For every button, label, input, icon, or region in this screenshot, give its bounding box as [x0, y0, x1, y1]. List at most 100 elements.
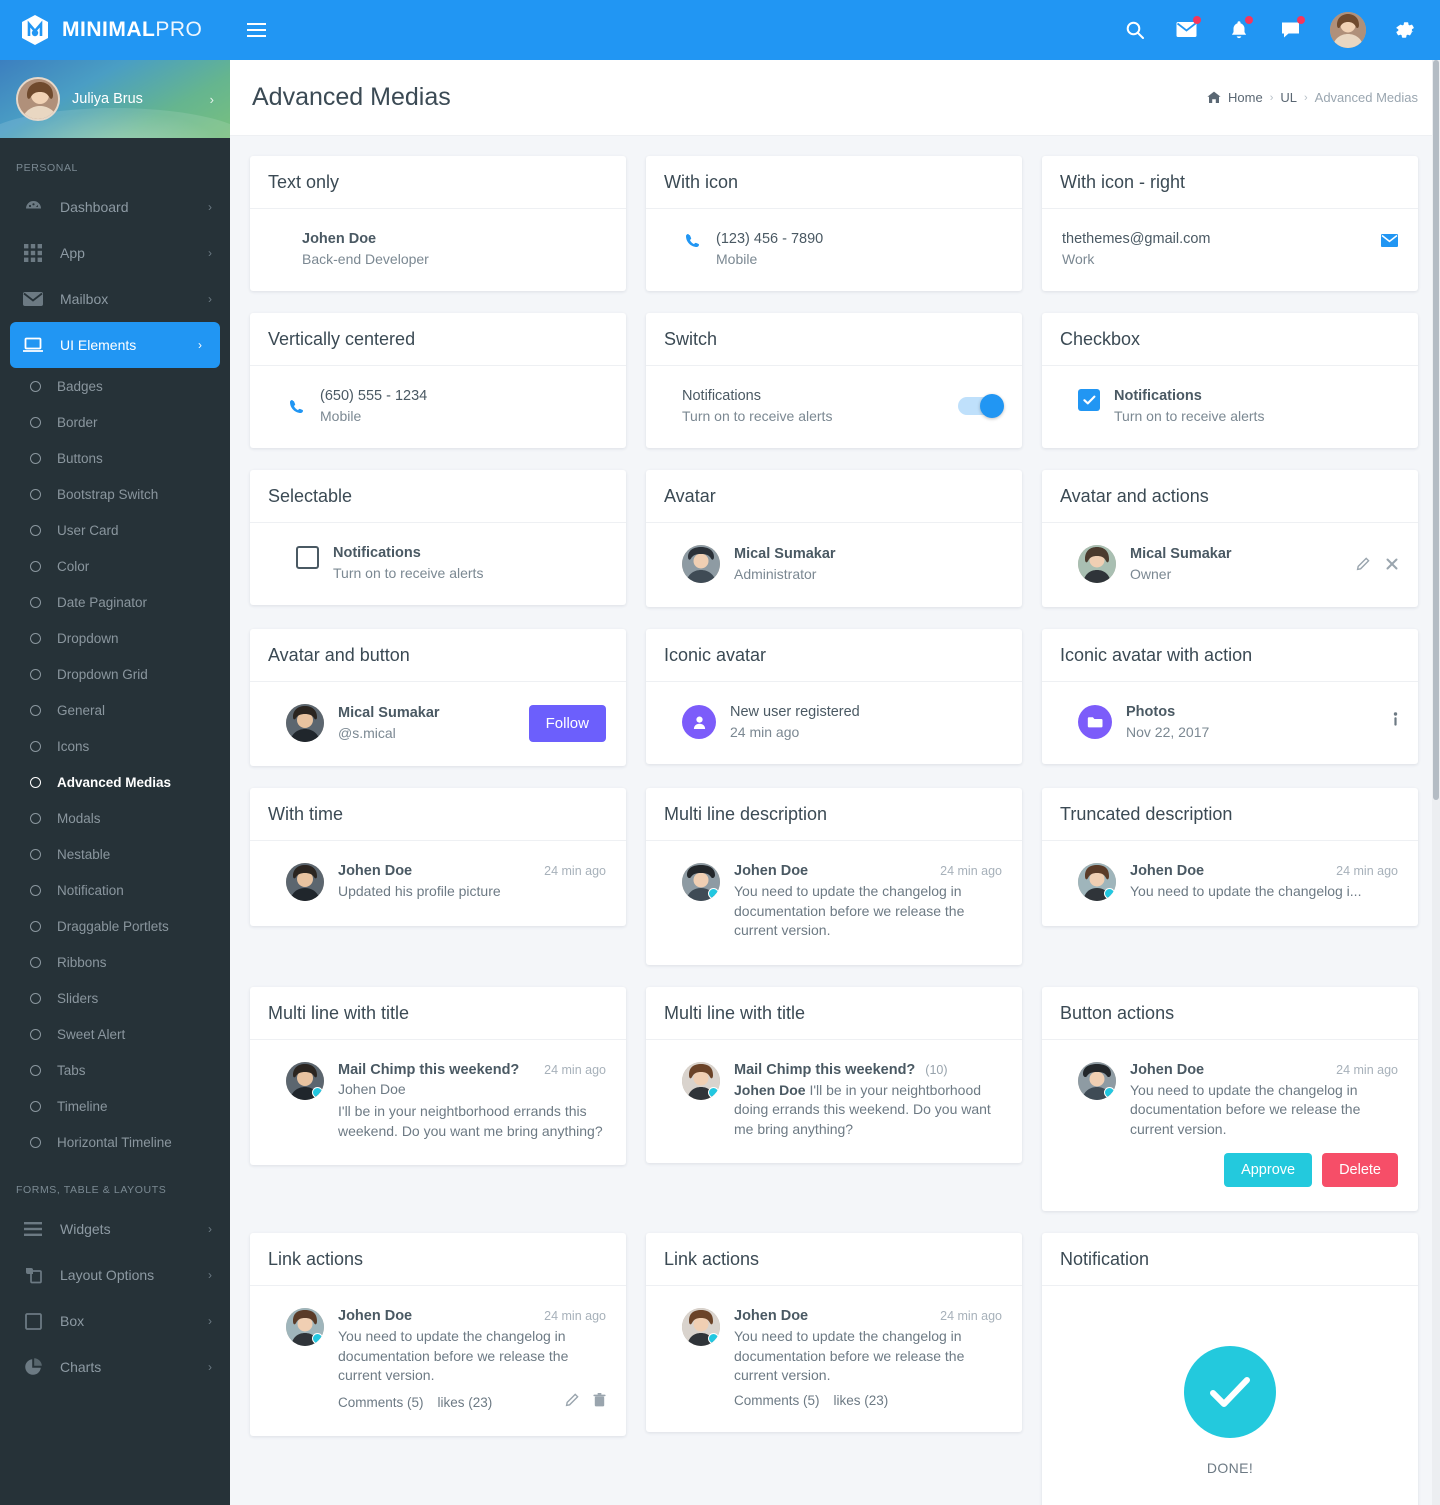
brand-logo-area[interactable]: MINIMALPRO [0, 0, 230, 60]
sidebar-subitem-label: Bootstrap Switch [57, 486, 159, 502]
trash-icon[interactable] [593, 1392, 606, 1412]
delete-button[interactable]: Delete [1322, 1153, 1398, 1187]
switch-description: Turn on to receive alerts [682, 408, 833, 424]
card-body: Johen Doe 24 min ago You need to update … [646, 841, 1022, 965]
breadcrumb-ul[interactable]: UL [1280, 90, 1297, 105]
likes-link[interactable]: likes (23) [438, 1395, 493, 1410]
event-time: 24 min ago [730, 724, 800, 740]
close-icon[interactable] [1386, 558, 1398, 570]
switch-label: Notifications [682, 388, 761, 404]
envelope-icon [22, 291, 44, 307]
sidebar-subitem-sliders[interactable]: Sliders [0, 980, 230, 1016]
card-text-only: Text only Johen Doe Back-end Developer [250, 156, 626, 291]
sidebar-item-app[interactable]: App › [0, 230, 230, 276]
card-title: Avatar [646, 470, 1022, 523]
sidebar-subitem-general[interactable]: General [0, 692, 230, 728]
bullet-icon [30, 1028, 41, 1040]
mail-icon[interactable] [1174, 16, 1201, 44]
sidebar-subitem-dropdown[interactable]: Dropdown [0, 620, 230, 656]
approve-button[interactable]: Approve [1224, 1153, 1313, 1187]
media-body: Johen Doe 24 min ago You need to update … [1130, 863, 1398, 902]
media-text: You need to update the changelog in docu… [734, 1328, 965, 1383]
user-avatar-topbar[interactable] [1330, 12, 1366, 48]
sidebar-subitem-ribbons[interactable]: Ribbons [0, 944, 230, 980]
sidebar-subitem-border[interactable]: Border [0, 404, 230, 440]
link-group: Comments (5) likes (23) [734, 1393, 888, 1408]
bell-icon[interactable] [1226, 16, 1253, 44]
avatar [286, 1061, 324, 1100]
sidebar-item-dashboard[interactable]: Dashboard › [0, 184, 230, 230]
selectable-checkbox[interactable] [296, 546, 319, 569]
sidebar-subitem-color[interactable]: Color [0, 548, 230, 584]
sidebar-subitem-bootstrap-switch[interactable]: Bootstrap Switch [0, 476, 230, 512]
sidebar-subitem-label: Sliders [57, 990, 99, 1006]
person-name: Mical Sumakar [1130, 546, 1232, 562]
bullet-icon [30, 380, 41, 392]
card-link-actions-b: Link actions Johen Doe 24 min ago You ne… [646, 1233, 1022, 1432]
person-name: Johen Doe [338, 1080, 406, 1097]
breadcrumb-separator: › [1303, 91, 1308, 104]
sidebar-toggle-button[interactable] [230, 0, 282, 60]
media-item: Mical Sumakar @s.mical Follow [270, 704, 606, 742]
scrollbar-thumb[interactable] [1433, 60, 1439, 800]
top-bar: MINIMALPRO [0, 0, 1440, 60]
person-name: Johen Doe [338, 863, 413, 879]
sidebar-subitem-sweet-alert[interactable]: Sweet Alert [0, 1016, 230, 1052]
comments-link[interactable]: Comments (5) [734, 1393, 820, 1408]
sidebar-item-mailbox[interactable]: Mailbox › [0, 276, 230, 322]
pencil-icon[interactable] [1356, 557, 1370, 571]
page-scrollbar[interactable] [1432, 60, 1440, 1505]
sidebar-subitem-buttons[interactable]: Buttons [0, 440, 230, 476]
envelope-icon[interactable] [1381, 231, 1398, 252]
sidebar-subitem-date-paginator[interactable]: Date Paginator [0, 584, 230, 620]
topbar-actions [1122, 12, 1440, 48]
sidebar-item-layout-options[interactable]: Layout Options › [0, 1252, 230, 1298]
chat-icon[interactable] [1278, 16, 1305, 44]
sidebar-subitem-draggable-portlets[interactable]: Draggable Portlets [0, 908, 230, 944]
card-avatar-and-actions: Avatar and actions Mical Sumakar Owner [1042, 470, 1418, 607]
content-scroll-area[interactable]: Text only Johen Doe Back-end Developer W… [230, 136, 1440, 1505]
sidebar-subitem-user-card[interactable]: User Card [0, 512, 230, 548]
notifications-checkbox[interactable] [1078, 389, 1100, 411]
sidebar-item-label: Layout Options [60, 1267, 155, 1283]
sidebar-subitem-tabs[interactable]: Tabs [0, 1052, 230, 1088]
likes-link[interactable]: likes (23) [834, 1393, 889, 1408]
follow-button[interactable]: Follow [528, 704, 606, 742]
sidebar-item-ui-elements[interactable]: UI Elements › [10, 322, 220, 368]
media-item: Mical Sumakar Owner [1062, 545, 1398, 583]
sidebar-subitem-dropdown-grid[interactable]: Dropdown Grid [0, 656, 230, 692]
card-title: Vertically centered [250, 313, 626, 366]
gear-icon[interactable] [1392, 16, 1418, 44]
notifications-toggle[interactable] [958, 394, 1004, 418]
square-icon [22, 1312, 44, 1330]
sidebar-subitem-advanced-medias[interactable]: Advanced Medias [0, 764, 230, 800]
sidebar-item-widgets[interactable]: Widgets › [0, 1206, 230, 1252]
media-item: thethemes@gmail.com Work [1062, 231, 1398, 267]
media-body: Johen Doe Back-end Developer [302, 231, 606, 267]
sidebar-subitem-icons[interactable]: Icons [0, 728, 230, 764]
search-icon[interactable] [1122, 16, 1148, 44]
sidebar-item-charts[interactable]: Charts › [0, 1344, 230, 1390]
card-title: Iconic avatar with action [1042, 629, 1418, 682]
card-body: (123) 456 - 7890 Mobile [646, 209, 1022, 291]
sidebar-item-box[interactable]: Box › [0, 1298, 230, 1344]
card-body: Photos Nov 22, 2017 [1042, 682, 1418, 764]
media-item: Johen Doe Back-end Developer [270, 231, 606, 267]
sidebar-user-panel[interactable]: Juliya Brus › [0, 60, 230, 138]
sidebar-subitem-modals[interactable]: Modals [0, 800, 230, 836]
breadcrumb-home[interactable]: Home [1228, 90, 1263, 105]
sidebar-subitem-notification[interactable]: Notification [0, 872, 230, 908]
info-icon[interactable] [1393, 712, 1398, 732]
sidebar-subitem-label: Advanced Medias [57, 774, 172, 790]
comments-link[interactable]: Comments (5) [338, 1395, 424, 1410]
sidebar-subitem-horizontal-timeline[interactable]: Horizontal Timeline [0, 1124, 230, 1160]
sidebar-subitem-timeline[interactable]: Timeline [0, 1088, 230, 1124]
sidebar-subitem-nestable[interactable]: Nestable [0, 836, 230, 872]
layers-icon [22, 1266, 44, 1284]
sidebar-subitem-label: Icons [57, 738, 90, 754]
sidebar-subitem-badges[interactable]: Badges [0, 368, 230, 404]
timestamp: 24 min ago [544, 864, 606, 878]
pencil-icon[interactable] [565, 1392, 579, 1412]
sidebar-user-name: Juliya Brus [72, 91, 143, 107]
item-title: Photos [1126, 704, 1176, 720]
